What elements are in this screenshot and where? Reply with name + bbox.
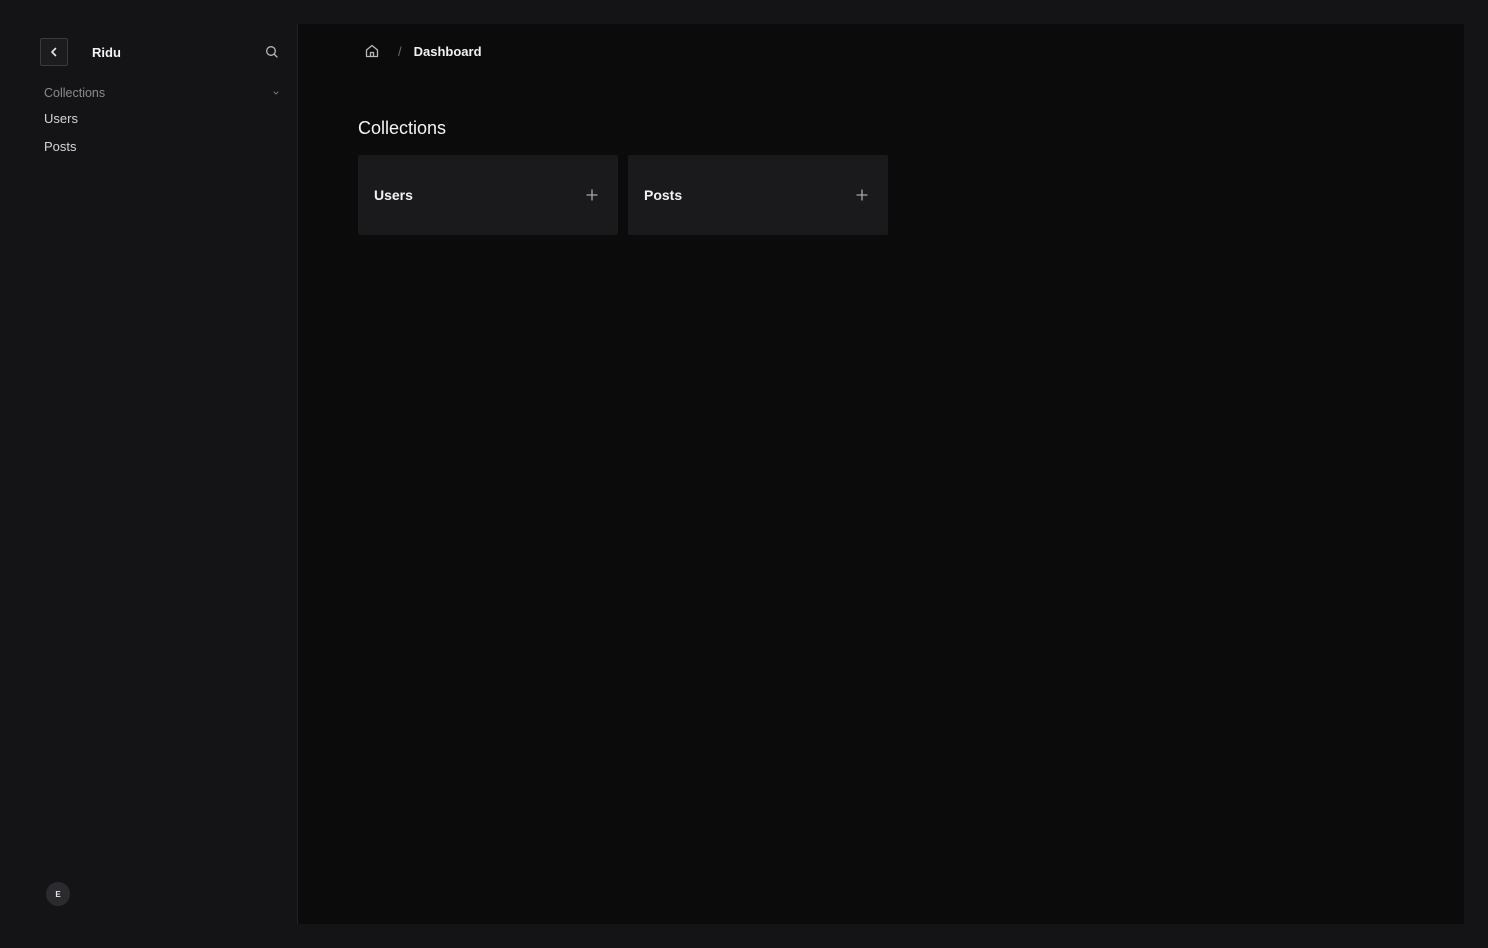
chevron-down-icon (270, 87, 282, 99)
home-icon (365, 44, 379, 58)
breadcrumb-home-link[interactable] (362, 41, 382, 61)
breadcrumb: / Dashboard (362, 41, 482, 61)
sidebar-nav: Collections Users Posts (44, 82, 282, 160)
add-post-button[interactable] (852, 185, 872, 205)
collection-card-label: Users (374, 187, 413, 203)
chevron-left-icon (51, 47, 57, 57)
app-window: Ridu Collections Users Posts E / Dashboa… (24, 24, 1464, 924)
collections-group-label: Collections (44, 86, 106, 100)
collection-card-posts[interactable]: Posts (628, 155, 888, 235)
sidebar-header: Ridu (40, 38, 282, 66)
back-button[interactable] (40, 38, 68, 66)
search-button[interactable] (262, 42, 282, 62)
plus-icon (586, 189, 598, 201)
breadcrumb-current: Dashboard (413, 43, 482, 59)
sidebar-item-users[interactable]: Users (44, 104, 282, 132)
plus-icon (856, 189, 868, 201)
collection-cards: Users Posts (358, 155, 888, 235)
main-content: / Dashboard Collections Users Posts (298, 24, 1464, 924)
sidebar-item-label: Users (44, 110, 78, 126)
sidebar: Ridu Collections Users Posts E (24, 24, 298, 924)
app-name: Ridu (92, 44, 121, 60)
sidebar-item-label: Posts (44, 138, 77, 154)
sidebar-item-posts[interactable]: Posts (44, 132, 282, 160)
add-user-button[interactable] (582, 185, 602, 205)
page-title: Collections (358, 118, 447, 138)
avatar[interactable]: E (46, 882, 70, 906)
collection-card-label: Posts (644, 187, 683, 203)
search-icon (266, 46, 278, 58)
breadcrumb-separator: / (398, 43, 402, 59)
collections-group-toggle[interactable]: Collections (44, 82, 282, 104)
collection-card-users[interactable]: Users (358, 155, 618, 235)
